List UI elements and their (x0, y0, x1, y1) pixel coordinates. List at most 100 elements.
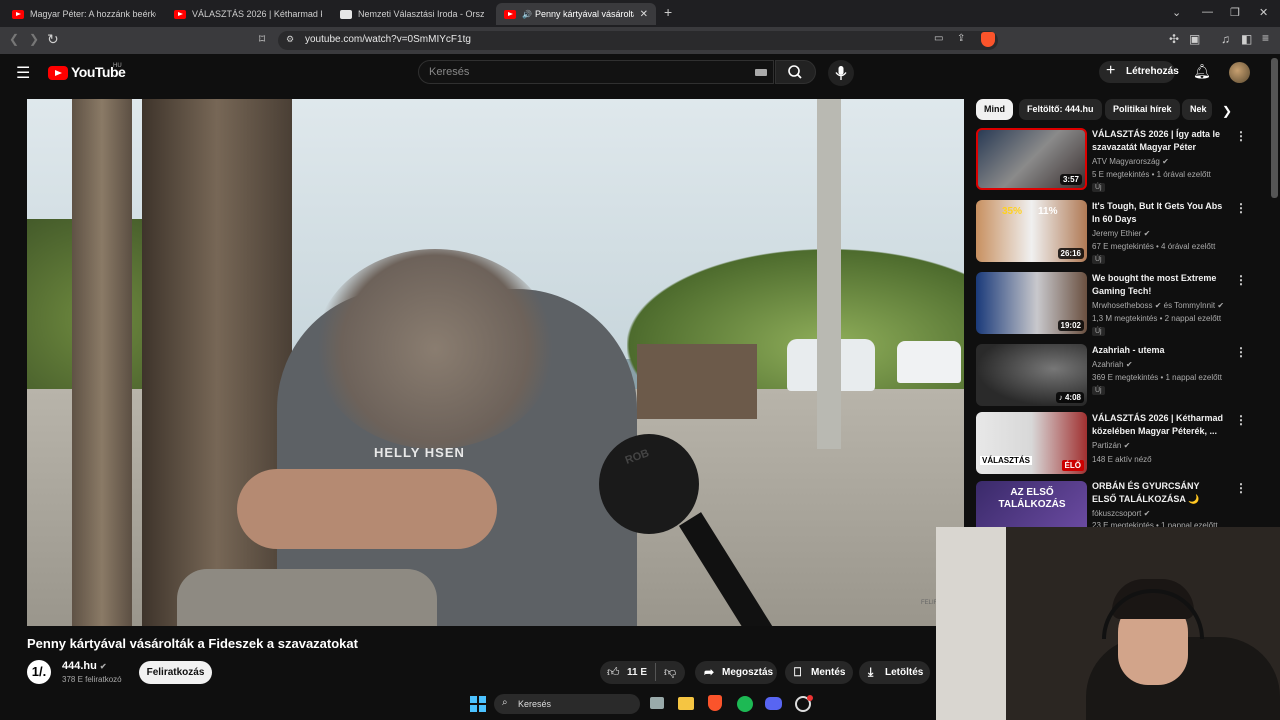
notification-dot (807, 695, 813, 701)
rec-channel[interactable]: Jeremy Ethier ✔ (1092, 229, 1150, 238)
region-code: HU (113, 63, 122, 69)
rec-title[interactable]: Azahriah - utema (1092, 344, 1224, 357)
subscribe-button[interactable]: Feliratkozás (139, 661, 212, 684)
close-tab-icon[interactable]: ✕ (634, 9, 648, 20)
youtube-logo-icon[interactable] (48, 66, 68, 80)
video-thumbnail[interactable]: 19:02 (976, 272, 1087, 334)
share-button[interactable]: ➦ Megosztás (695, 661, 777, 684)
reload-icon[interactable]: ↻ (47, 31, 59, 48)
chip-uploader[interactable]: Feltöltő: 444.hu (1019, 99, 1102, 120)
rec-meta: 5 E megtekintés • 1 órával ezelőtt (1092, 170, 1211, 179)
download-label: Letöltés (885, 667, 924, 678)
verified-icon: ✔ (1143, 229, 1151, 238)
duration: 3:57 (1059, 174, 1082, 185)
browser-tab-active[interactable]: 🔊 Penny kártyával vásárolták a F ✕ (496, 3, 656, 25)
channel-name[interactable]: 444.hu ✔ (62, 660, 107, 672)
rec-channel[interactable]: ATV Magyarország ✔ (1092, 157, 1169, 166)
channel-avatar[interactable]: 1/. (27, 660, 51, 684)
browser-tab[interactable]: Magyar Péter: A hozzánk beérkező a (4, 3, 164, 25)
user-avatar[interactable] (1229, 62, 1250, 83)
rec-channel[interactable]: Partizán ✔ (1092, 441, 1130, 450)
rec-meta: 148 E aktív néző (1092, 455, 1152, 464)
rec-channel[interactable]: Mrwhosetheboss ✔ és TommyInnit ✔ (1092, 301, 1224, 310)
download-button[interactable]: ⤓ Letöltés (859, 661, 930, 684)
chevron-right-icon[interactable]: ❯ (1222, 104, 1232, 118)
search-placeholder: Keresés (429, 66, 470, 78)
file-explorer-icon[interactable] (678, 697, 694, 710)
browser-tab[interactable]: VÁLASZTÁS 2026 | Kétharmad közelé (166, 3, 330, 25)
more-options-icon[interactable]: ⋮ (1235, 413, 1247, 427)
new-tab-icon[interactable]: + (664, 4, 672, 20)
chip-all[interactable]: Mind (976, 99, 1013, 120)
spotify-icon[interactable] (737, 696, 753, 712)
url-text[interactable]: youtube.com/watch?v=0SmMIYcF1tg (305, 34, 471, 45)
verified-icon: ✔ (1217, 301, 1225, 310)
like-count[interactable]: 11 E (627, 667, 647, 678)
video-thumbnail[interactable]: AZ ELSŐ TALÁLKOZÁS (976, 481, 1087, 527)
restore-icon[interactable]: ❐ (1230, 6, 1240, 19)
windows-start-icon[interactable] (470, 696, 486, 712)
like-icon[interactable]: 👍︎ (607, 665, 620, 680)
chip-more[interactable]: Nek (1182, 99, 1212, 120)
video-player[interactable]: HELLY HSEN ROB FELIR (27, 99, 964, 626)
forward-icon[interactable]: ❯ (29, 32, 39, 46)
brave-browser-icon[interactable] (708, 695, 722, 711)
search-button[interactable] (775, 60, 816, 84)
task-view-icon[interactable] (650, 697, 664, 709)
chip-political-news[interactable]: Politikai hírek (1105, 99, 1180, 120)
rec-title[interactable]: VÁLASZTÁS 2026 | Így adta le szavazatát … (1092, 128, 1224, 154)
taskbar-search[interactable]: ⌕ (494, 694, 640, 714)
bookmark-icon[interactable]: ⌑ (259, 32, 265, 46)
rec-channel[interactable]: fókuszcsoport ✔ (1092, 509, 1150, 518)
more-options-icon[interactable]: ⋮ (1235, 481, 1247, 495)
new-badge: Új (1092, 327, 1105, 336)
new-badge: Új (1092, 183, 1105, 192)
dislike-icon[interactable]: 👎︎ (664, 665, 676, 680)
more-options-icon[interactable]: ⋮ (1235, 345, 1247, 359)
back-icon[interactable]: ❮ (9, 32, 19, 46)
save-button[interactable]: ⎕ Mentés (785, 661, 853, 684)
page-scrollbar[interactable] (1271, 58, 1278, 198)
rec-title[interactable]: VÁLASZTÁS 2026 | Kétharmad közelében Mag… (1092, 412, 1224, 438)
music-note-icon: ♪ (1058, 393, 1063, 402)
notifications-bell-icon[interactable]: 🔔︎ (1193, 63, 1211, 80)
duration: 19:02 (1057, 320, 1084, 331)
document-icon (340, 9, 352, 19)
wallet-icon[interactable]: ▣ (1189, 32, 1200, 46)
more-options-icon[interactable]: ⋮ (1235, 273, 1247, 287)
sidebar-icon[interactable]: ◧ (1241, 32, 1252, 46)
video-title: Penny kártyával vásárolták a Fideszek a … (27, 636, 358, 651)
voice-search-button[interactable] (828, 60, 854, 86)
share-page-icon[interactable]: ⇪ (957, 33, 965, 44)
rec-channel-name: Partizán (1092, 441, 1122, 450)
video-thumbnail[interactable]: 35% 11% 26:16 (976, 200, 1087, 262)
video-thumbnail[interactable]: ♪ 4:08 (976, 344, 1087, 406)
minimize-icon[interactable]: — (1202, 6, 1213, 18)
video-thumbnail[interactable]: 3:57 (976, 128, 1087, 190)
discord-icon[interactable] (765, 697, 782, 710)
close-window-icon[interactable]: ✕ (1259, 6, 1268, 19)
rec-channel[interactable]: Azahriah ✔ (1092, 360, 1133, 369)
more-options-icon[interactable]: ⋮ (1235, 201, 1247, 215)
rec-title[interactable]: ORBÁN ÉS GYURCSÁNY ELSŐ TALÁLKOZÁSA 🌙 (1092, 480, 1224, 506)
search-input[interactable] (418, 60, 774, 84)
rec-channel-name: Jeremy Ethier (1092, 229, 1142, 238)
site-info-icon[interactable]: ⚙ (286, 34, 294, 45)
keyboard-icon[interactable] (755, 69, 767, 76)
menu-icon[interactable]: ≡ (1262, 31, 1269, 45)
rec-meta: 369 E megtekintés • 1 nappal ezelőtt (1092, 373, 1222, 382)
extensions-icon[interactable]: ✣ (1169, 32, 1179, 46)
hamburger-menu-icon[interactable]: ☰ (16, 63, 30, 83)
brave-shield-icon[interactable] (981, 32, 995, 47)
more-options-icon[interactable]: ⋮ (1235, 129, 1247, 143)
media-icon[interactable]: ♫ (1221, 32, 1230, 46)
rec-title[interactable]: It's Tough, But It Gets You Abs In 60 Da… (1092, 200, 1224, 226)
browser-tab[interactable]: Nemzeti Választási Iroda - Országgyű (332, 3, 492, 25)
tab-search-icon[interactable]: ⌄ (1172, 6, 1181, 19)
share-label: Megosztás (722, 667, 774, 678)
video-thumbnail[interactable]: VÁLASZTÁS ÉLŐ (976, 412, 1087, 474)
duration: 26:16 (1057, 248, 1084, 259)
cast-icon[interactable]: ▭ (934, 33, 943, 44)
rec-title[interactable]: We bought the most Extreme Gaming Tech! (1092, 272, 1224, 298)
duration: ♪ 4:08 (1055, 392, 1084, 403)
